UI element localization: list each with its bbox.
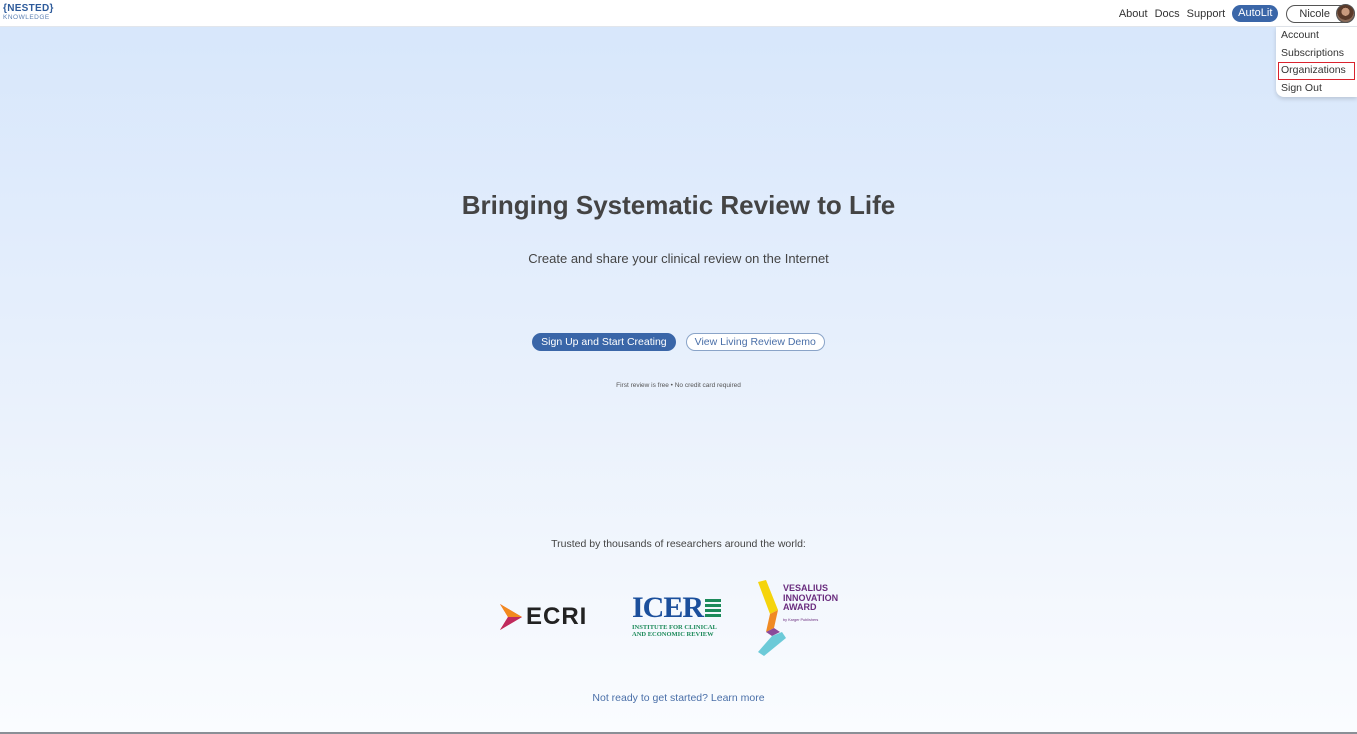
icer-subtitle-line2: AND ECONOMIC REVIEW xyxy=(632,631,714,638)
vesalius-ribbon-icon xyxy=(758,580,786,656)
ecri-wordmark: ECRI xyxy=(526,603,588,630)
vesalius-award-logo: VESALIUS INNOVATION AWARD by Karger Publ… xyxy=(756,580,856,660)
ecri-icon xyxy=(500,604,522,630)
vesalius-line3: AWARD xyxy=(783,602,817,612)
vesalius-title: VESALIUS INNOVATION AWARD xyxy=(783,583,838,613)
icer-wordmark: ICER xyxy=(632,591,722,624)
vesalius-byline: by Karger Publishers xyxy=(783,618,819,622)
ecri-logo: ECRI xyxy=(500,600,587,634)
icer-logo: ICER INSTITUTE FOR CLINICAL AND ECONOMIC… xyxy=(632,591,722,638)
icer-subtitle-line1: INSTITUTE FOR CLINICAL xyxy=(632,624,717,631)
icer-bars-icon xyxy=(705,599,722,617)
icer-text: ICER xyxy=(632,591,704,624)
partner-logos: ECRI ICER INSTITUTE FOR CLINICAL AND ECO… xyxy=(0,0,1357,734)
icer-subtitle: INSTITUTE FOR CLINICAL AND ECONOMIC REVI… xyxy=(632,624,721,638)
learn-more-link[interactable]: Not ready to get started? Learn more xyxy=(0,692,1357,704)
